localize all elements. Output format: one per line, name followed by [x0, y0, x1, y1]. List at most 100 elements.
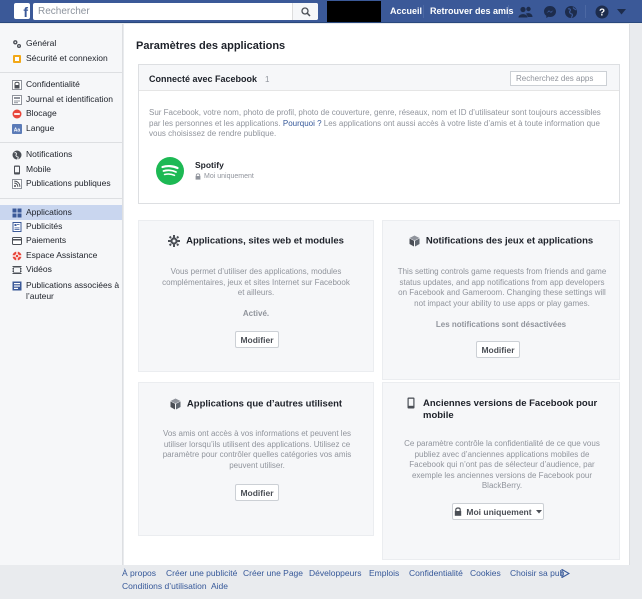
- sidebar-item-privacy[interactable]: Confidentialité: [0, 79, 122, 94]
- sidebar-item-author-posts[interactable]: Publications associées à l’auteur: [0, 279, 122, 305]
- audience-selector-button[interactable]: Moi uniquement: [452, 503, 544, 520]
- phone-icon: [14, 165, 20, 174]
- card-game-notifications: Notifications des jeux et applications T…: [382, 220, 620, 380]
- sidebar-item-label: Espace Assistance: [26, 249, 98, 260]
- sidebar-item-label: Blocage: [26, 108, 57, 118]
- connected-apps-title: Connecté avec Facebook: [149, 74, 258, 84]
- video-icon: [12, 266, 22, 274]
- sidebar-item-videos[interactable]: Vidéos: [0, 264, 122, 279]
- sidebar-item-language[interactable]: Aa Langue: [0, 123, 122, 138]
- app-name[interactable]: Spotify: [195, 160, 224, 170]
- globe-icon: [12, 150, 22, 160]
- help-icon[interactable]: ?: [594, 4, 609, 19]
- support-icon: [12, 251, 22, 260]
- card-title-text: Notifications des jeux et applications: [425, 235, 594, 247]
- sidebar-item-timeline[interactable]: Journal et identification: [0, 94, 122, 109]
- footer-link-terms[interactable]: Conditions d’utilisation: [122, 581, 207, 591]
- sidebar-item-payments[interactable]: Paiements: [0, 235, 122, 250]
- settings-sidebar: Général Sécurité et connexion Confidenti…: [0, 24, 123, 565]
- top-bar: f Accueil Retrouver des amis ?: [0, 0, 642, 23]
- modify-apps-others-use-button[interactable]: Modifier: [235, 484, 279, 501]
- facebook-logo[interactable]: f: [14, 3, 30, 19]
- search-box: [33, 3, 318, 20]
- spotify-logo-icon[interactable]: [156, 157, 184, 185]
- footer-link-developers[interactable]: Développeurs: [309, 568, 361, 578]
- mobile-phone-icon: [407, 397, 415, 409]
- app-search-input[interactable]: [510, 71, 607, 86]
- card-title: Applications, sites web et modules: [139, 235, 373, 248]
- timeline-icon: [12, 94, 22, 105]
- svg-text:?: ?: [598, 7, 604, 18]
- footer-link-create-page[interactable]: Créer une Page: [243, 568, 303, 578]
- home-link[interactable]: Accueil: [390, 6, 422, 16]
- card-status: Activé.: [242, 309, 270, 318]
- sidebar-item-label: Publicités: [26, 220, 63, 231]
- sidebar-item-label: Sécurité et connexion: [26, 52, 108, 63]
- gear-icon: [13, 40, 21, 48]
- card-old-mobile-versions: Anciennes versions de Facebook pour mobi…: [382, 382, 620, 560]
- find-friends-link[interactable]: Retrouver des amis: [430, 6, 514, 16]
- sidebar-item-label: Mobile: [26, 163, 52, 174]
- footer-link-cookies[interactable]: Cookies: [470, 568, 501, 578]
- footer-link-create-ad[interactable]: Créer une publicité: [166, 568, 237, 578]
- connected-apps-panel: Connecté avec Facebook 1 Sur Facebook, v…: [138, 64, 620, 204]
- ad-choices-icon[interactable]: [561, 569, 570, 578]
- apps-icon: [12, 208, 22, 217]
- modify-apps-websites-button[interactable]: Modifier: [235, 331, 279, 348]
- sidebar-item-security[interactable]: Sécurité et connexion: [0, 53, 122, 68]
- dropdown-arrow-icon: [535, 509, 542, 513]
- lock-icon: [12, 80, 22, 90]
- card-description: Vous permet d’utiliser des applications,…: [162, 267, 350, 297]
- rss-icon: [12, 179, 22, 189]
- card-icon: [12, 237, 22, 245]
- card-title: Applications que d’autres utilisent: [139, 398, 373, 411]
- footer-link-ad-choices[interactable]: Choisir sa pub: [510, 568, 564, 578]
- sidebar-item-blocking[interactable]: Blocage: [0, 108, 122, 123]
- sidebar-item-label: Paiements: [26, 235, 67, 245]
- card-apps-others-use: Applications que d’autres utilisent Vos …: [138, 382, 374, 536]
- notifications-globe-icon[interactable]: [563, 4, 578, 19]
- footer-link-privacy[interactable]: Confidentialité: [409, 568, 463, 578]
- sidebar-item-mobile[interactable]: Mobile: [0, 164, 122, 179]
- search-input[interactable]: [33, 3, 291, 20]
- app-privacy: Moi uniquement: [195, 173, 254, 180]
- why-link[interactable]: Pourquoi ?: [283, 119, 322, 128]
- lock-icon: [455, 507, 462, 516]
- sidebar-item-general[interactable]: Général: [0, 38, 122, 53]
- cube-icon: [409, 235, 420, 247]
- sidebar-item-public-posts[interactable]: Publications publiques: [0, 178, 122, 193]
- sidebar-item-applications[interactable]: Applications: [0, 204, 122, 220]
- search-button[interactable]: [292, 3, 318, 20]
- shield-icon: [13, 54, 21, 63]
- sidebar-item-notifications[interactable]: Notifications: [0, 149, 122, 164]
- profile-link[interactable]: [327, 1, 381, 22]
- card-title-text: Anciennes versions de Facebook pour mobi…: [423, 398, 598, 421]
- footer-link-help[interactable]: Aide: [211, 581, 228, 591]
- messenger-icon[interactable]: [542, 4, 557, 19]
- sidebar-group-account: Général Sécurité et connexion: [0, 24, 122, 73]
- modify-game-notifications-button[interactable]: Modifier: [476, 341, 520, 358]
- connected-apps-count: 1: [265, 75, 270, 84]
- sidebar-item-label: Applications: [26, 206, 72, 217]
- main-content: Paramètres des applications Connecté ave…: [124, 24, 630, 565]
- friend-requests-icon[interactable]: [518, 4, 533, 19]
- cube-icon: [170, 398, 181, 410]
- ads-icon: [12, 221, 22, 232]
- audience-selector-label: Moi uniquement: [466, 506, 532, 517]
- block-icon: [12, 109, 22, 119]
- card-apps-websites: Applications, sites web et modules Vous …: [138, 220, 374, 372]
- account-menu-arrow-icon[interactable]: [614, 4, 629, 19]
- footer-link-careers[interactable]: Emplois: [369, 568, 399, 578]
- card-title: Anciennes versions de Facebook pour mobi…: [423, 398, 613, 422]
- sidebar-item-label: Publications associées à l’auteur: [26, 279, 120, 301]
- sidebar-item-label: Confidentialité: [26, 79, 80, 89]
- sidebar-group-notifications: Notifications Mobile Publications publiq…: [0, 143, 122, 199]
- card-description: Vos amis ont accès à vos informations et…: [162, 429, 352, 470]
- sidebar-item-support[interactable]: Espace Assistance: [0, 250, 122, 265]
- sidebar-item-ads[interactable]: Publicités: [0, 221, 122, 236]
- footer-link-about[interactable]: À propos: [122, 568, 156, 578]
- sidebar-item-label: Publications publiques: [26, 178, 111, 188]
- nav-divider: [423, 5, 424, 18]
- nav-divider: [585, 5, 586, 18]
- sidebar-item-label: Vidéos: [26, 264, 52, 274]
